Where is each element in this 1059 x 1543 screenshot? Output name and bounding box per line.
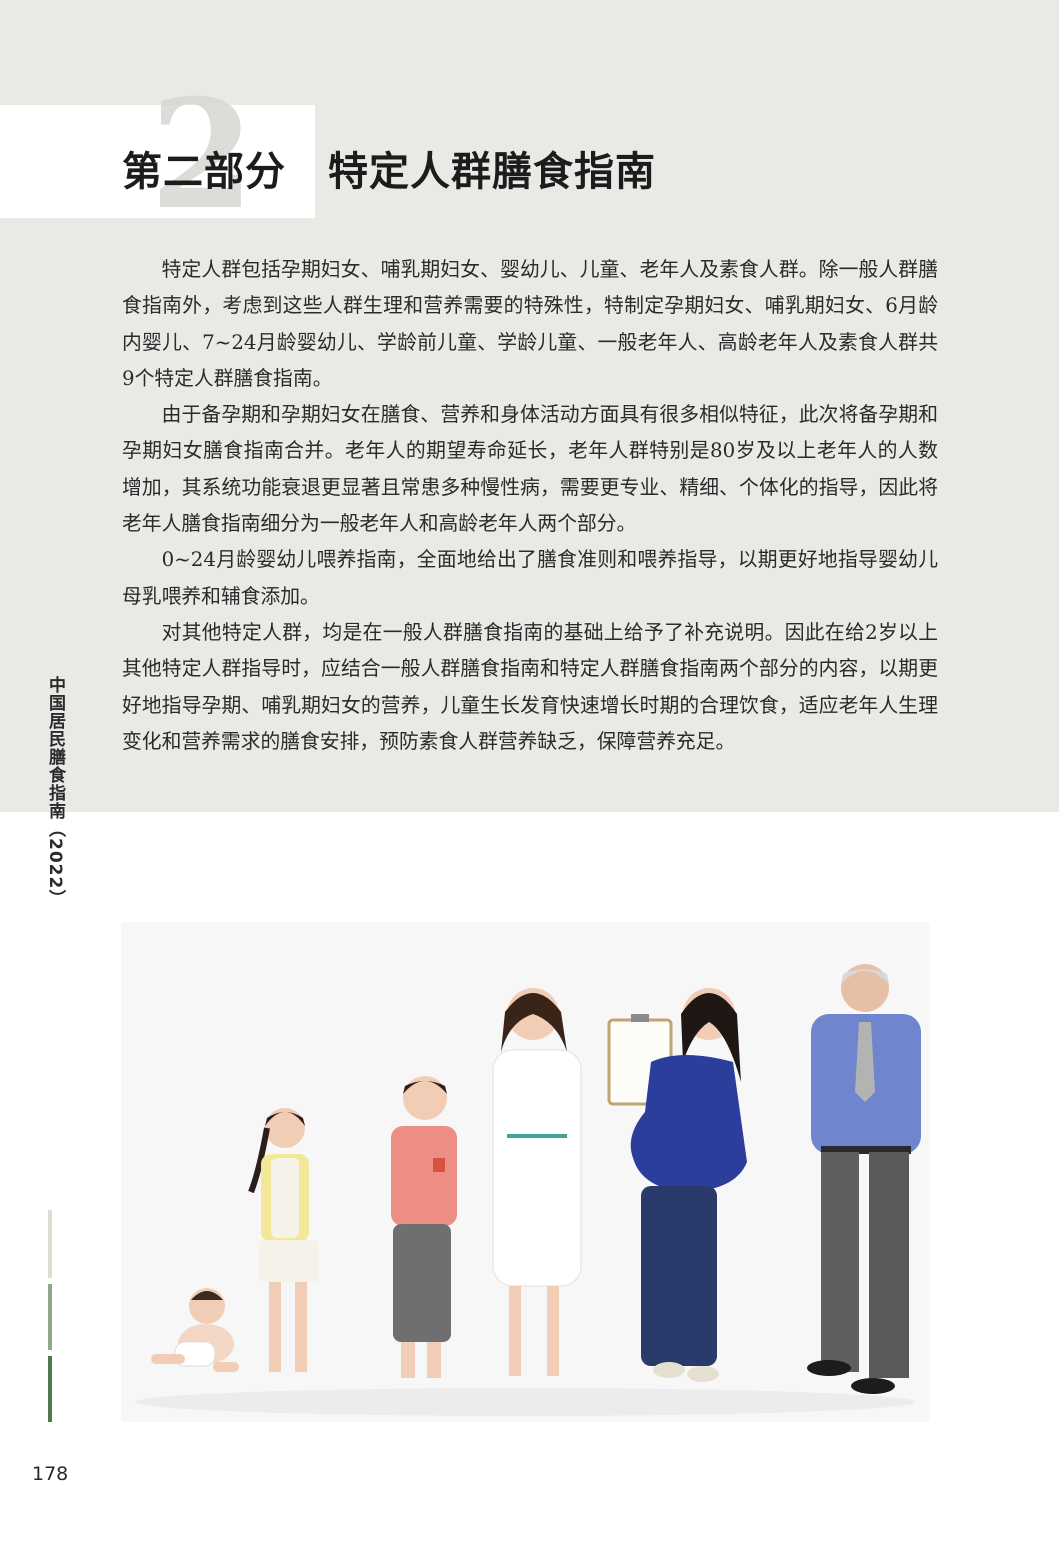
paragraph: 由于备孕期和孕期妇女在膳食、营养和身体活动方面具有很多相似特征，此次将备孕期和孕… xyxy=(122,403,938,536)
accent-bar-mid xyxy=(48,1284,52,1350)
paragraph: 特定人群包括孕期妇女、哺乳期妇女、婴幼儿、儿童、老年人及素食人群。除一般人群膳食… xyxy=(122,258,938,390)
page-number: 178 xyxy=(32,1463,69,1485)
part-label: 第二部分 xyxy=(122,149,286,195)
page-title: 特定人群膳食指南 xyxy=(328,149,656,195)
paragraph: 0~24月龄婴幼儿喂养指南，全面地给出了膳食准则和喂养指导，以期更好地指导婴幼儿… xyxy=(122,548,938,608)
family-illustration xyxy=(121,922,930,1422)
accent-bar-light xyxy=(48,1210,52,1278)
accent-bar-dark xyxy=(48,1356,52,1422)
family-photo xyxy=(121,922,930,1422)
paragraph: 对其他特定人群，均是在一般人群膳食指南的基础上给予了补充说明。因此在给2岁以上其… xyxy=(122,620,938,753)
book-title-vertical: 中国居民膳食指南（2022） xyxy=(45,676,65,908)
body-text: 特定人群包括孕期妇女、哺乳期妇女、婴幼儿、儿童、老年人及素食人群。除一般人群膳食… xyxy=(122,252,938,760)
